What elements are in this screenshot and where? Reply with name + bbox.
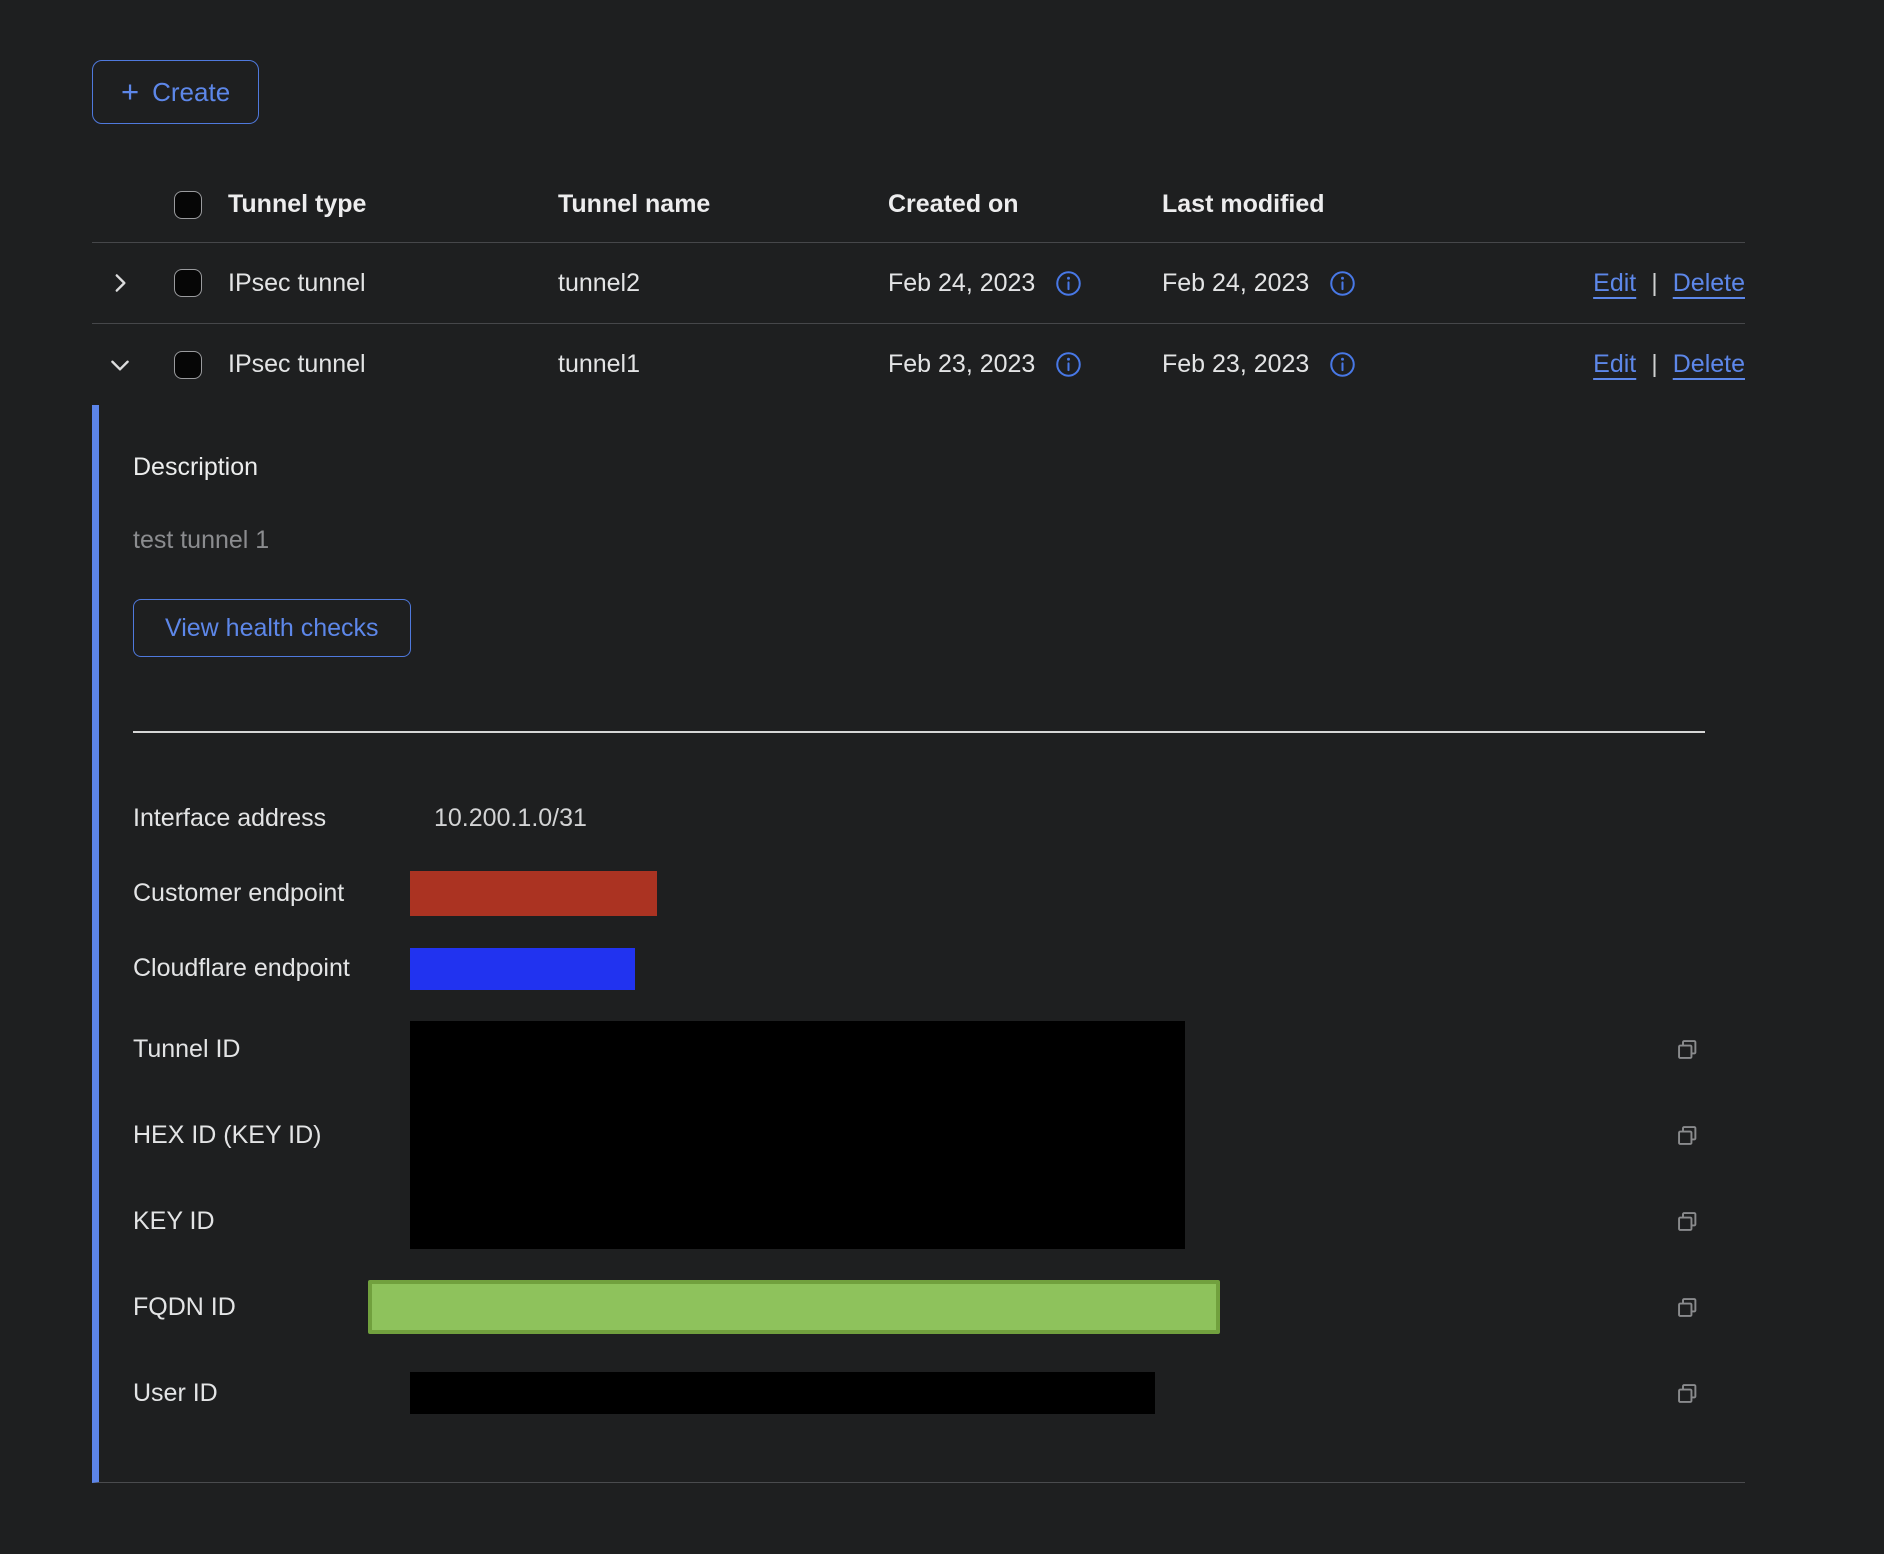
tunnel-details-panel: Description test tunnel 1 View health ch… — [92, 405, 1745, 1483]
copy-icon — [1674, 1122, 1701, 1149]
delete-link[interactable]: Delete — [1673, 269, 1745, 297]
cloudflare-endpoint-redacted-value — [410, 948, 635, 990]
info-circle-icon[interactable] — [1055, 270, 1082, 297]
tunnel-type-cell: IPsec tunnel — [228, 269, 558, 298]
copy-icon — [1674, 1380, 1701, 1407]
description-label: Description — [133, 453, 1745, 482]
tunnels-table: Tunnel type Tunnel name Created on Last … — [92, 167, 1745, 1483]
copy-user-id-button[interactable] — [1672, 1378, 1703, 1409]
cloudflare-endpoint-label: Cloudflare endpoint — [133, 954, 410, 983]
copy-fqdn-id-button[interactable] — [1672, 1292, 1703, 1323]
customer-endpoint-label: Customer endpoint — [133, 879, 410, 908]
edit-link[interactable]: Edit — [1593, 269, 1636, 297]
tunnels-page: + Create Tunnel type Tunnel name Created… — [0, 0, 1884, 1483]
last-modified-value: Feb 24, 2023 — [1162, 269, 1309, 298]
column-header-last-modified: Last modified — [1162, 190, 1436, 219]
row-checkbox[interactable] — [174, 269, 202, 297]
table-header-row: Tunnel type Tunnel name Created on Last … — [92, 167, 1745, 243]
chevron-right-icon — [107, 270, 133, 296]
column-header-created-on: Created on — [888, 190, 1162, 219]
chevron-down-icon — [107, 352, 133, 378]
user-id-redacted-value — [410, 1372, 1155, 1414]
select-all-checkbox[interactable] — [174, 191, 202, 219]
row-checkbox[interactable] — [174, 351, 202, 379]
collapse-row-button[interactable] — [103, 348, 137, 382]
customer-endpoint-redacted-value — [410, 871, 657, 916]
actions-divider: | — [1651, 269, 1658, 297]
copy-tunnel-id-button[interactable] — [1672, 1034, 1703, 1065]
created-on-value: Feb 23, 2023 — [888, 350, 1035, 379]
copy-icon — [1674, 1294, 1701, 1321]
table-row-tunnel1: IPsec tunnel tunnel1 Feb 23, 2023 Feb 23… — [92, 324, 1745, 405]
copy-hex-id-button[interactable] — [1672, 1120, 1703, 1151]
key-id-label: KEY ID — [133, 1207, 410, 1236]
tunnel-id-label: Tunnel ID — [133, 1035, 410, 1064]
info-circle-icon[interactable] — [1329, 351, 1356, 378]
description-value: test tunnel 1 — [133, 526, 1745, 555]
info-circle-icon[interactable] — [1055, 351, 1082, 378]
actions-divider: | — [1651, 350, 1658, 378]
tunnel-name-cell: tunnel2 — [558, 269, 888, 298]
tunnel-hex-key-id-redacted-values — [410, 1021, 1185, 1249]
created-on-value: Feb 24, 2023 — [888, 269, 1035, 298]
view-health-checks-button[interactable]: View health checks — [133, 599, 411, 657]
interface-address-value: 10.200.1.0/31 — [410, 804, 1672, 833]
expand-row-button[interactable] — [103, 266, 137, 300]
edit-link[interactable]: Edit — [1593, 350, 1636, 378]
create-button[interactable]: + Create — [92, 60, 259, 124]
copy-icon — [1674, 1208, 1701, 1235]
tunnel-type-cell: IPsec tunnel — [228, 350, 558, 379]
fqdn-id-redacted-value — [368, 1280, 1220, 1334]
copy-icon — [1674, 1036, 1701, 1063]
details-divider — [133, 731, 1705, 733]
plus-icon: + — [121, 76, 139, 107]
last-modified-value: Feb 23, 2023 — [1162, 350, 1309, 379]
info-circle-icon[interactable] — [1329, 270, 1356, 297]
column-header-tunnel-name: Tunnel name — [558, 190, 888, 219]
copy-key-id-button[interactable] — [1672, 1206, 1703, 1237]
interface-address-label: Interface address — [133, 804, 410, 833]
table-row-tunnel2: IPsec tunnel tunnel2 Feb 24, 2023 Feb 24… — [92, 243, 1745, 324]
tunnel-name-cell: tunnel1 — [558, 350, 888, 379]
hex-id-label: HEX ID (KEY ID) — [133, 1121, 410, 1150]
user-id-label: User ID — [133, 1379, 410, 1408]
create-button-label: Create — [152, 77, 230, 108]
column-header-tunnel-type: Tunnel type — [228, 190, 558, 219]
tunnel-fields: Interface address 10.200.1.0/31 Customer… — [133, 781, 1745, 1436]
delete-link[interactable]: Delete — [1673, 350, 1745, 378]
